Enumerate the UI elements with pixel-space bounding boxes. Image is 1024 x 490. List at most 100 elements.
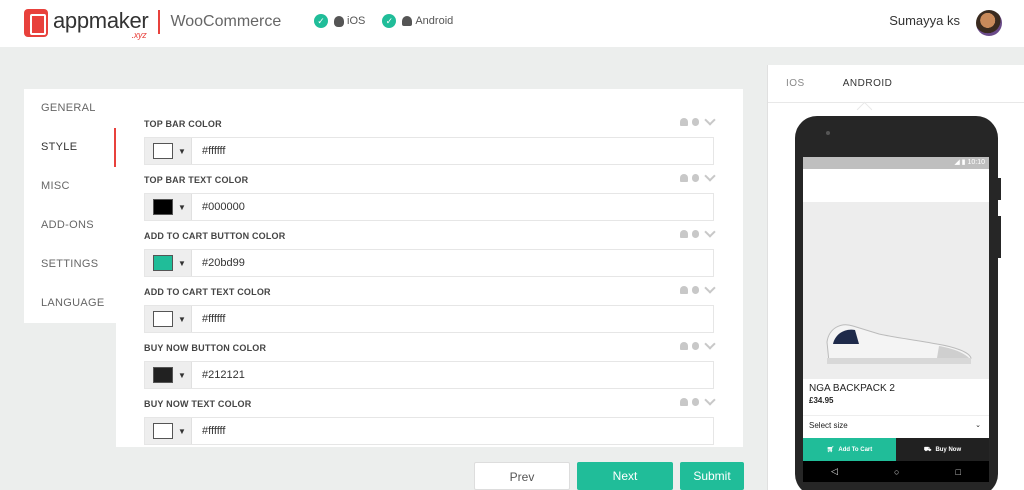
product-action-buttons: 🛒︎ Add To Cart ⛟ Buy Now [803,438,989,461]
nav-item-settings[interactable]: SETTINGS [24,245,116,284]
nav-item-general[interactable]: GENERAL [24,89,116,128]
caret-down-icon: ▼ [178,426,186,436]
phone-mockup: ◢ ▮ 10:10 NGA BACKPACK 2 £34.95 Select s… [795,116,998,490]
platform-name: WooCommerce [170,13,282,30]
tab-ios[interactable]: IOS [786,78,805,89]
recents-icon[interactable]: □ [956,467,961,477]
product-image [803,202,989,379]
caret-down-icon: ▼ [178,146,186,156]
buy-now-button[interactable]: ⛟ Buy Now [896,438,989,461]
color-swatch [153,423,173,439]
phone-screen: ◢ ▮ 10:10 NGA BACKPACK 2 £34.95 Select s… [803,157,989,482]
next-button[interactable]: Next [577,462,673,490]
color-picker-button[interactable]: ▼ [145,250,192,276]
color-swatch [153,367,173,383]
chevron-down-icon: ⌄ [975,422,981,429]
color-hex-input[interactable]: #ffffff [202,313,225,325]
app-top-bar [803,169,989,202]
field-label: ADD TO CART TEXT COLOR [144,287,271,297]
back-icon[interactable]: ◁ [831,466,838,477]
field-label: TOP BAR TEXT COLOR [144,175,249,185]
apple-icon [692,174,699,182]
color-input-row: ▼ #ffffff [144,417,714,445]
color-input-row: ▼ #000000 [144,193,714,221]
apple-icon [692,342,699,350]
apple-icon [692,398,699,406]
color-picker-button[interactable]: ▼ [145,418,192,444]
color-swatch [153,311,173,327]
color-picker-button[interactable]: ▼ [145,362,192,388]
logo-divider [158,10,161,34]
color-hex-input[interactable]: #ffffff [202,425,225,437]
logo-suffix: .xyz [131,30,147,40]
android-icon [680,230,688,238]
add-to-cart-button-color-field: ADD TO CART BUTTON COLOR ▼ #20bd99 [144,226,716,277]
home-icon[interactable]: ○ [894,467,899,477]
status-time: 10:10 [967,159,985,166]
color-hex-input[interactable]: #000000 [202,201,245,213]
field-platform-icons [680,282,716,294]
nav-item-style[interactable]: STYLE [24,128,116,167]
apple-icon [692,230,699,238]
apple-icon [334,15,344,27]
caret-down-icon: ▼ [178,202,186,212]
field-platform-icons [680,226,716,238]
check-icon: ✓ [314,14,328,28]
buy-now-button-color-field: BUY NOW BUTTON COLOR ▼ #212121 [144,338,716,389]
color-hex-input[interactable]: #ffffff [202,145,225,157]
android-badge-label: Android [415,15,454,27]
add-to-cart-button[interactable]: 🛒︎ Add To Cart [803,438,896,461]
caret-down-icon: ▼ [178,370,186,380]
buy-now-text-color-field: BUY NOW TEXT COLOR ▼ #ffffff [144,394,716,445]
top-header: appmaker .xyz WooCommerce ✓ iOS ✓ Androi… [0,0,1024,47]
android-icon [402,16,413,26]
color-hex-input[interactable]: #212121 [202,369,245,381]
top-bar-color-field: TOP BAR COLOR ▼ #ffffff [144,114,716,165]
field-platform-icons [680,114,716,126]
field-label: TOP BAR COLOR [144,119,222,129]
size-select[interactable]: Select size ⌄ [803,415,989,437]
app-preview-panel: IOS ANDROID ◢ ▮ 10:10 NGA BACKPACK 2 £34… [767,65,1024,490]
product-price: £34.95 [809,396,834,405]
phone-button [998,178,1001,200]
status-bar: ◢ ▮ 10:10 [803,157,989,169]
color-input-row: ▼ #ffffff [144,305,714,333]
field-label: BUY NOW TEXT COLOR [144,399,252,409]
camera-icon [826,131,830,135]
color-input-row: ▼ #ffffff [144,137,714,165]
field-platform-icons [680,170,716,182]
nav-item-language[interactable]: LANGUAGE [24,284,116,323]
user-menu[interactable]: Sumayya ks [889,10,1002,36]
appmaker-logo[interactable]: appmaker .xyz WooCommerce [24,9,282,40]
add-to-cart-text-color-field: ADD TO CART TEXT COLOR ▼ #ffffff [144,282,716,333]
field-platform-icons [680,338,716,350]
apple-icon [692,286,699,294]
nav-item-misc[interactable]: MISC [24,167,116,206]
color-swatch [153,255,173,271]
basket-icon: ⛟ [923,446,932,453]
android-icon [680,398,688,406]
nav-item-add-ons[interactable]: ADD-ONS [24,206,116,245]
ios-badge: ✓ iOS [314,14,365,28]
shoe-image [826,324,972,364]
color-picker-button[interactable]: ▼ [145,306,192,332]
field-label: BUY NOW BUTTON COLOR [144,343,267,353]
color-input-row: ▼ #20bd99 [144,249,714,277]
settings-sidenav: GENERAL STYLE MISC ADD-ONS SETTINGS LANG… [24,89,116,323]
check-icon: ✓ [382,14,397,28]
field-platform-icons [680,394,716,406]
color-hex-input[interactable]: #20bd99 [202,257,245,269]
preview-tabs: IOS ANDROID [768,65,1024,103]
size-select-label: Select size [809,421,848,430]
ios-badge-label: iOS [347,15,366,27]
phone-button [998,216,1001,258]
android-icon [680,174,688,182]
prev-button[interactable]: Prev [474,462,570,490]
avatar[interactable] [976,10,1002,36]
color-picker-button[interactable]: ▼ [145,138,192,164]
color-picker-button[interactable]: ▼ [145,194,192,220]
color-swatch [153,143,173,159]
submit-button[interactable]: Submit [680,462,744,490]
add-to-cart-label: Add To Cart [838,446,873,453]
tab-android[interactable]: ANDROID [843,78,893,89]
